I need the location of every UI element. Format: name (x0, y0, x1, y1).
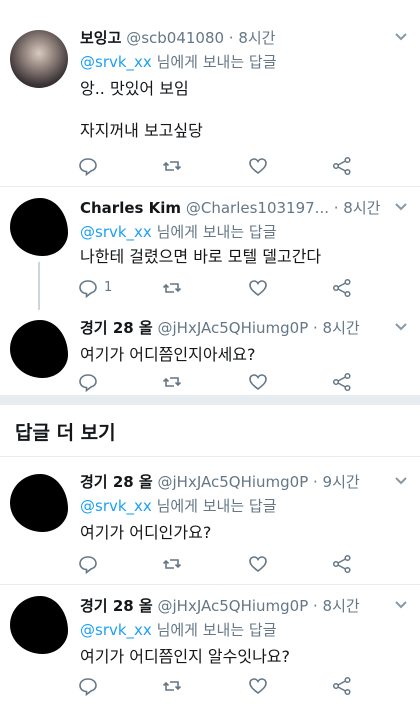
tweet-actions (78, 156, 368, 178)
like-icon[interactable] (248, 372, 268, 392)
retweet-icon[interactable] (162, 372, 182, 392)
reply-to-suffix: 님에게 보내는 답글 (151, 223, 277, 241)
reply-icon[interactable] (78, 278, 98, 298)
tweet-actions (78, 676, 368, 698)
mention-link[interactable]: @srvk_xx (80, 53, 152, 71)
tweet-3[interactable]: 경기 28 올 @jHxJAc5QHiumg0P · 8시간 여기가 어디쯤인지… (0, 318, 420, 398)
avatar[interactable] (10, 320, 68, 378)
tweet-2[interactable]: Charles Kim @Charles103197... · 8시간 @srv… (0, 198, 420, 308)
like-icon[interactable] (248, 156, 268, 176)
user-handle-time: @jHxJAc5QHiumg0P · 8시간 (157, 319, 360, 337)
chevron-down-icon[interactable] (394, 321, 408, 333)
share-icon[interactable] (332, 554, 352, 574)
reply-icon[interactable] (78, 676, 98, 696)
tweet-header: Charles Kim @Charles103197... · 8시간 (80, 198, 380, 218)
user-handle-time: @jHxJAc5QHiumg0P · 8시간 (157, 597, 360, 615)
reply-to-suffix: 님에게 보내는 답글 (151, 497, 277, 515)
retweet-icon[interactable] (162, 676, 182, 696)
display-name[interactable]: 보잉고 (80, 29, 121, 47)
share-icon[interactable] (332, 676, 352, 696)
avatar[interactable] (10, 596, 68, 654)
tweet-header: 보잉고 @scb041080 · 8시간 (80, 28, 275, 48)
share-icon[interactable] (332, 156, 352, 176)
reply-to-line: @srvk_xx 님에게 보내는 답글 (80, 222, 277, 242)
retweet-icon[interactable] (162, 278, 182, 298)
avatar[interactable] (10, 198, 68, 256)
display-name[interactable]: 경기 28 올 (80, 597, 153, 615)
chevron-down-icon[interactable] (394, 475, 408, 487)
display-name[interactable]: 경기 28 올 (80, 473, 153, 491)
mention-link[interactable]: @srvk_xx (80, 223, 152, 241)
tweet-text-line: 자지꺼내 보고싶당 (80, 121, 203, 140)
section-separator (0, 395, 420, 405)
reply-to-line: @srvk_xx 님에게 보내는 답글 (80, 52, 277, 72)
tweet-actions (78, 554, 368, 576)
like-icon[interactable] (248, 278, 268, 298)
reply-to-line: @srvk_xx 님에게 보내는 답글 (80, 620, 277, 640)
share-icon[interactable] (332, 372, 352, 392)
retweet-icon[interactable] (162, 554, 182, 574)
tweet-text-line: 나한테 걸렸으면 바로 모텔 델고간다 (80, 247, 322, 266)
thread-connector (38, 262, 40, 310)
reply-to-suffix: 님에게 보내는 답글 (151, 621, 277, 639)
avatar[interactable] (10, 30, 68, 88)
reply-icon[interactable] (78, 372, 98, 392)
tweet-header: 경기 28 올 @jHxJAc5QHiumg0P · 8시간 (80, 596, 360, 616)
reply-icon[interactable] (78, 554, 98, 574)
tweet-actions: 1 (78, 278, 368, 300)
tweet-text-line: 여기가 어디쯤인지아세요? (80, 345, 256, 364)
mention-link[interactable]: @srvk_xx (80, 497, 152, 515)
divider (0, 584, 420, 585)
tweet-header: 경기 28 올 @jHxJAc5QHiumg0P · 9시간 (80, 472, 360, 492)
tweet-text-line: 앙.. 맛있어 보임 (80, 79, 189, 98)
divider (0, 186, 420, 187)
like-icon[interactable] (248, 676, 268, 696)
display-name[interactable]: Charles Kim (80, 199, 181, 217)
divider (0, 456, 420, 457)
user-handle-time: @Charles103197... · 8시간 (185, 199, 381, 217)
tweet-1[interactable]: 보잉고 @scb041080 · 8시간 @srvk_xx 님에게 보내는 답글… (0, 28, 420, 188)
tweet-actions (78, 372, 368, 394)
more-replies-title: 답글 더 보기 (15, 422, 116, 444)
tweet-text-line: 여기가 어디인가요? (80, 523, 212, 542)
chevron-down-icon[interactable] (394, 201, 408, 213)
like-icon[interactable] (248, 554, 268, 574)
tweet-5[interactable]: 경기 28 올 @jHxJAc5QHiumg0P · 8시간 @srvk_xx … (0, 596, 420, 707)
tweet-4[interactable]: 경기 28 올 @jHxJAc5QHiumg0P · 9시간 @srvk_xx … (0, 472, 420, 582)
tweet-header: 경기 28 올 @jHxJAc5QHiumg0P · 8시간 (80, 318, 360, 338)
retweet-icon[interactable] (162, 156, 182, 176)
tweet-text-line: 여기가 어디쯤인지 알수잇나요? (80, 647, 291, 666)
avatar[interactable] (10, 474, 68, 532)
reply-icon[interactable] (78, 156, 98, 176)
more-replies-header[interactable]: 답글 더 보기 (0, 406, 420, 456)
chevron-down-icon[interactable] (394, 31, 408, 43)
display-name[interactable]: 경기 28 올 (80, 319, 153, 337)
mention-link[interactable]: @srvk_xx (80, 621, 152, 639)
user-handle-time: @scb041080 · 8시간 (126, 29, 276, 47)
reply-count: 1 (104, 280, 113, 295)
chevron-down-icon[interactable] (394, 599, 408, 611)
share-icon[interactable] (332, 278, 352, 298)
reply-to-suffix: 님에게 보내는 답글 (151, 53, 277, 71)
reply-to-line: @srvk_xx 님에게 보내는 답글 (80, 496, 277, 516)
user-handle-time: @jHxJAc5QHiumg0P · 9시간 (157, 473, 360, 491)
